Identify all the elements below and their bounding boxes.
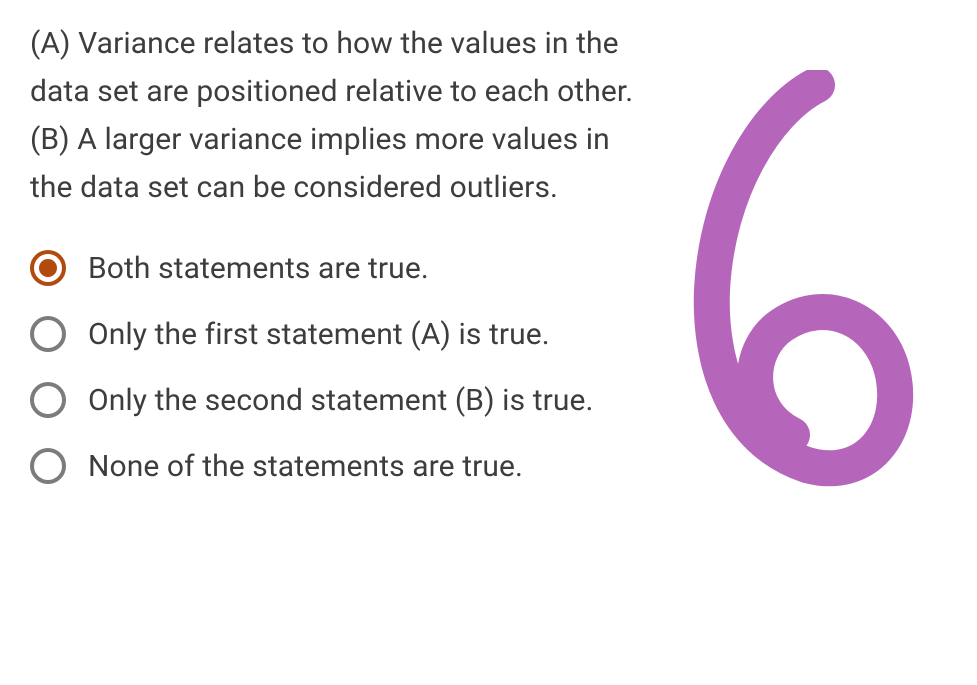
question-text: (A) Variance relates to how the values i… (30, 20, 650, 212)
radio-unselected-icon (30, 316, 66, 352)
option-0[interactable]: Both statements are true. (30, 250, 947, 286)
option-label: Only the first statement (A) is true. (88, 317, 550, 352)
option-label: Both statements are true. (88, 251, 429, 286)
options-group: Both statements are true. Only the first… (30, 250, 947, 484)
option-2[interactable]: Only the second statement (B) is true. (30, 382, 947, 418)
option-label: None of the statements are true. (88, 449, 523, 484)
option-1[interactable]: Only the first statement (A) is true. (30, 316, 947, 352)
radio-unselected-icon (30, 382, 66, 418)
radio-selected-icon (30, 250, 66, 286)
option-label: Only the second statement (B) is true. (88, 383, 594, 418)
option-3[interactable]: None of the statements are true. (30, 448, 947, 484)
quiz-container: (A) Variance relates to how the values i… (0, 0, 977, 504)
radio-unselected-icon (30, 448, 66, 484)
